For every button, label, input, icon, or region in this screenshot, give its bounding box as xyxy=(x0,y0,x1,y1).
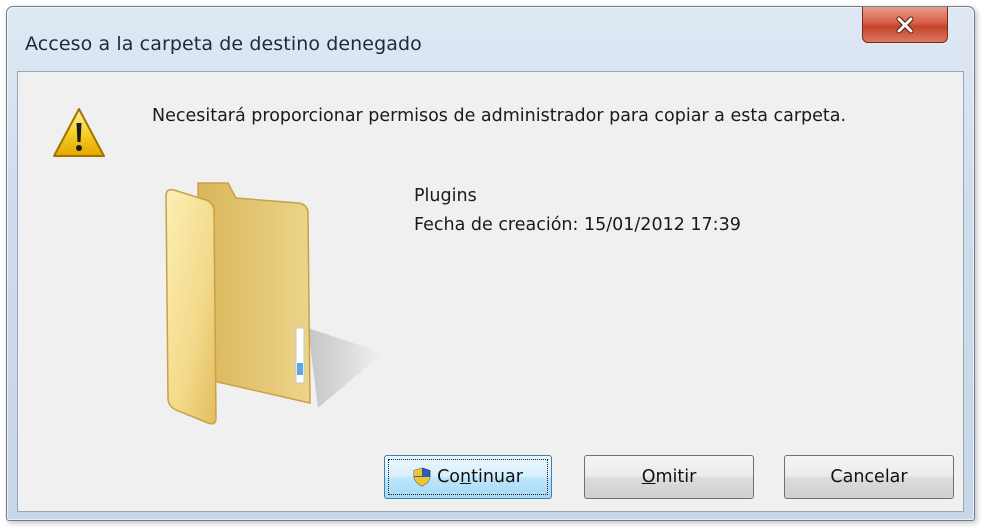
dialog-content: Necesitará proporcionar permisos de admi… xyxy=(17,71,964,512)
title-bar[interactable]: Acceso a la carpeta de destino denegado xyxy=(7,7,974,71)
dialog-window: Acceso a la carpeta de destino denegado … xyxy=(6,6,975,521)
folder-name: Plugins xyxy=(414,186,477,206)
uac-shield-icon xyxy=(413,467,431,487)
creation-date: Fecha de creación: 15/01/2012 17:39 xyxy=(414,215,741,235)
continue-label: Continuar xyxy=(437,467,523,487)
warning-icon xyxy=(53,108,105,157)
window-title: Acceso a la carpeta de destino denegado xyxy=(25,33,422,55)
folder-icon xyxy=(165,182,383,425)
continue-button[interactable]: Continuar xyxy=(384,455,552,499)
permission-message: Necesitará proporcionar permisos de admi… xyxy=(152,106,847,126)
cancel-label: Cancelar xyxy=(830,467,908,487)
omit-label: Omitir xyxy=(641,467,697,487)
omit-button[interactable]: Omitir xyxy=(584,455,754,499)
close-icon xyxy=(896,16,914,33)
folder-info: Plugins Fecha de creación: 15/01/2012 17… xyxy=(414,182,741,240)
cancel-button[interactable]: Cancelar xyxy=(784,455,954,499)
close-button[interactable] xyxy=(862,7,948,43)
